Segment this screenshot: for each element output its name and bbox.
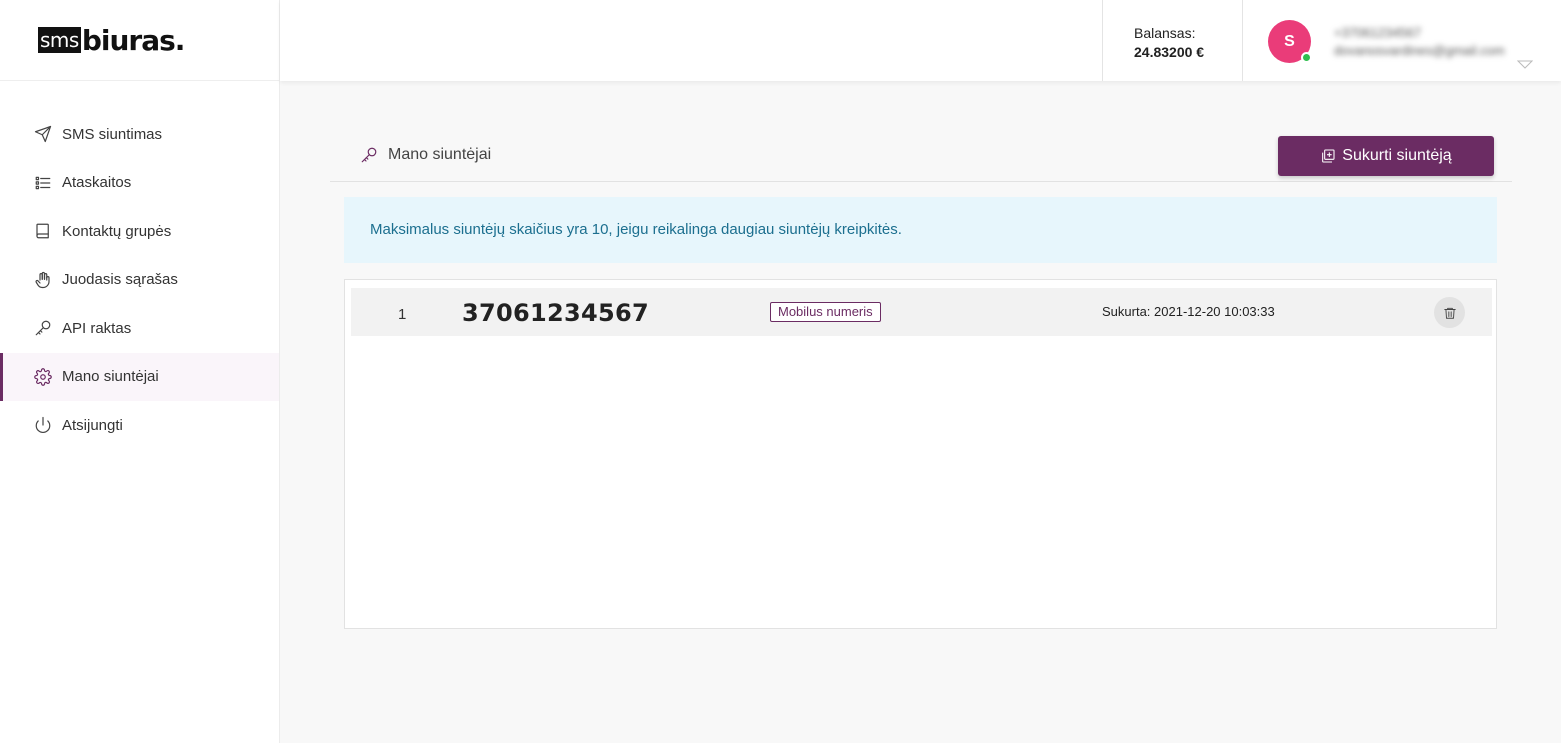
sidebar-nav: SMS siuntimas Ataskaitos Kontaktų grupės… (0, 110, 279, 450)
sidebar-item-label: Kontaktų grupės (62, 222, 172, 240)
sidebar: sms biuras. SMS siuntimas Ataskaitos Kont… (0, 0, 280, 743)
list-item: 1 37061234567 Mobilus numeris Sukurta: 2… (351, 288, 1492, 336)
balance-panel: Balansas: 24.83200 € (1102, 0, 1243, 81)
sidebar-item-api-raktas[interactable]: API raktas (0, 304, 279, 353)
senders-list: 1 37061234567 Mobilus numeris Sukurta: 2… (344, 279, 1497, 629)
sidebar-item-atsijungti[interactable]: Atsijungti (0, 401, 279, 450)
sidebar-item-label: Atsijungti (62, 416, 123, 434)
power-icon (34, 416, 52, 434)
sidebar-item-label: API raktas (62, 319, 132, 337)
page-title: Mano siuntėjai (360, 146, 491, 164)
sidebar-item-ataskaitos[interactable]: Ataskaitos (0, 159, 279, 208)
user-info[interactable]: +37061234567 dovanosvardines@gmail.com (1334, 24, 1505, 60)
page-header: Mano siuntėjai Sukurti siuntėją (330, 130, 1512, 182)
row-index: 1 (398, 306, 407, 323)
hand-icon (34, 271, 52, 289)
sender-created-date: Sukurta: 2021-12-20 10:03:33 (1102, 304, 1275, 319)
trash-icon (1443, 307, 1456, 319)
create-sender-button[interactable]: Sukurti siuntėją (1278, 136, 1494, 176)
key-icon (361, 147, 377, 163)
user-phone: +37061234567 (1334, 25, 1422, 40)
logo-sms: sms (38, 27, 81, 53)
send-icon (34, 125, 52, 143)
avatar[interactable]: S (1268, 20, 1312, 63)
logo-biuras: biuras. (81, 23, 186, 57)
info-alert: Maksimalus siuntėjų skaičius yra 10, jei… (344, 197, 1497, 263)
sidebar-item-kontaktu-grupes[interactable]: Kontaktų grupės (0, 207, 279, 256)
add-square-icon (1322, 149, 1335, 163)
avatar-initial: S (1284, 32, 1295, 50)
logo[interactable]: sms biuras. (0, 0, 279, 81)
sidebar-item-sms-siuntimas[interactable]: SMS siuntimas (0, 110, 279, 159)
chevron-down-icon[interactable] (1517, 60, 1533, 70)
sidebar-item-label: Ataskaitos (62, 174, 132, 192)
sidebar-item-label: Juodasis sąrašas (62, 271, 178, 289)
book-icon (34, 222, 52, 240)
sidebar-item-juodasis-sarasas[interactable]: Juodasis sąrašas (0, 256, 279, 305)
balance-value: 24.83200 € (1134, 44, 1205, 60)
online-status-dot (1301, 52, 1312, 63)
sender-type-badge: Mobilus numeris (770, 302, 881, 322)
sidebar-item-mano-siuntejai[interactable]: Mano siuntėjai (0, 352, 279, 401)
key-icon (34, 319, 52, 337)
gear-icon (34, 367, 52, 386)
list-icon (34, 174, 52, 192)
sender-number: 37061234567 (462, 299, 649, 327)
user-email: dovanosvardines@gmail.com (1334, 43, 1505, 58)
sidebar-item-label: SMS siuntimas (62, 125, 163, 143)
top-header: Balansas: 24.83200 € S +37061234567 dova… (280, 0, 1561, 81)
sidebar-item-label: Mano siuntėjai (62, 368, 159, 386)
create-sender-button-label: Sukurti siuntėją (1342, 147, 1452, 164)
page-title-text: Mano siuntėjai (388, 146, 492, 163)
balance-label: Balansas: (1134, 25, 1196, 41)
delete-sender-button[interactable] (1434, 297, 1465, 328)
